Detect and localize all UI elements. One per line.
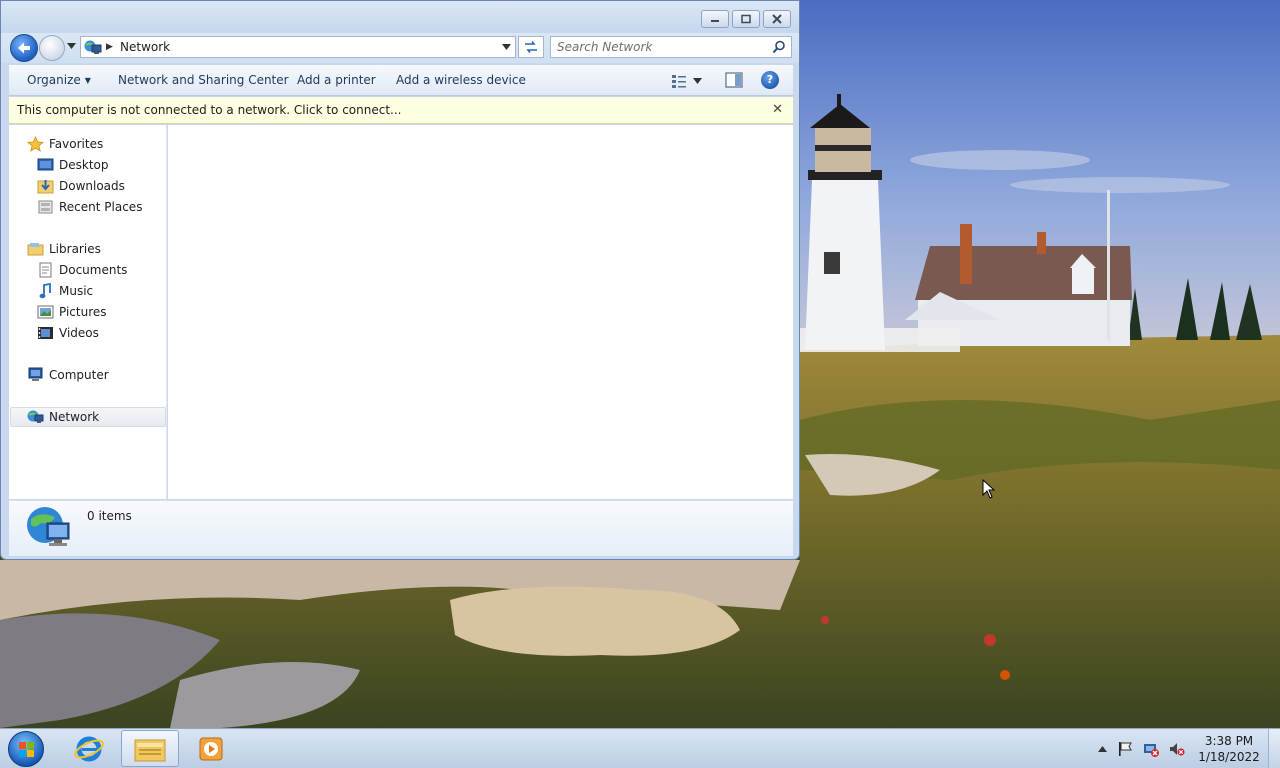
command-bar: Organize ▼ Network and Sharing Center Add…: [9, 65, 793, 96]
search-icon[interactable]: [772, 40, 786, 54]
navigation-pane: Favorites Desktop Downloads Recent Place…: [9, 125, 167, 499]
nav-recent-places[interactable]: Recent Places: [37, 197, 142, 217]
item-count: 0 items: [87, 509, 132, 523]
breadcrumb-network[interactable]: Network: [120, 40, 170, 54]
maximize-button[interactable]: [732, 10, 760, 28]
documents-icon: [37, 262, 54, 278]
nav-downloads-label: Downloads: [59, 179, 125, 193]
taskbar-media-player[interactable]: [182, 730, 240, 767]
minimize-button[interactable]: [701, 10, 729, 28]
network-sharing-center-button[interactable]: Network and Sharing Center: [118, 73, 289, 87]
nav-videos-label: Videos: [59, 326, 99, 340]
system-clock[interactable]: 3:38 PM 1/18/2022: [1196, 733, 1262, 765]
nav-libraries[interactable]: Libraries: [27, 239, 101, 259]
music-note-icon: [37, 283, 54, 299]
close-icon[interactable]: ✕: [772, 102, 783, 117]
pictures-icon: [37, 304, 54, 320]
network-icon: [84, 40, 102, 54]
recent-pages-dropdown-icon[interactable]: [67, 43, 76, 49]
add-printer-button[interactable]: Add a printer: [297, 73, 376, 87]
nav-favorites-label: Favorites: [49, 137, 104, 151]
network-disconnected-icon[interactable]: [1143, 741, 1159, 757]
desktop-icon: [37, 157, 54, 173]
nav-computer-label: Computer: [49, 368, 109, 382]
refresh-button[interactable]: [518, 36, 544, 58]
taskbar: 3:38 PM 1/18/2022: [0, 728, 1280, 768]
downloads-folder-icon: [37, 178, 54, 194]
nav-computer[interactable]: Computer: [27, 365, 109, 385]
refresh-icon: [525, 41, 537, 53]
search-box[interactable]: [550, 36, 792, 58]
restore-icon: [741, 14, 751, 24]
action-center-flag-icon[interactable]: [1117, 741, 1133, 757]
close-icon: [772, 14, 782, 24]
title-bar[interactable]: [1, 1, 799, 33]
clock-date: 1/18/2022: [1198, 750, 1260, 764]
navigation-row: ▶ Network: [1, 33, 799, 63]
info-bar[interactable]: This computer is not connected to a netw…: [9, 97, 793, 124]
chevron-down-icon: ▼: [84, 76, 91, 85]
nav-network-label: Network: [49, 410, 100, 424]
system-tray: [1098, 741, 1185, 757]
nav-documents[interactable]: Documents: [37, 260, 127, 280]
close-button[interactable]: [763, 10, 791, 28]
nav-desktop[interactable]: Desktop: [37, 155, 109, 175]
nav-network[interactable]: Network: [10, 407, 166, 427]
mouse-pointer-icon: [982, 479, 996, 499]
taskbar-internet-explorer[interactable]: [60, 730, 118, 767]
not-connected-message[interactable]: This computer is not connected to a netw…: [17, 103, 401, 117]
organize-label: Organize: [27, 73, 81, 87]
nav-music-label: Music: [59, 284, 94, 298]
chevron-down-icon: [693, 78, 702, 84]
breadcrumb-separator-icon[interactable]: ▶: [106, 42, 113, 52]
nav-videos[interactable]: Videos: [37, 323, 99, 343]
star-icon: [27, 136, 44, 152]
nav-pictures-label: Pictures: [59, 305, 107, 319]
taskbar-windows-explorer[interactable]: [121, 730, 179, 767]
start-button[interactable]: [8, 731, 44, 767]
show-desktop-button[interactable]: [1268, 729, 1280, 768]
nav-favorites[interactable]: Favorites: [27, 134, 103, 154]
organize-button[interactable]: Organize ▼: [27, 73, 91, 87]
details-pane: 0 items: [9, 500, 793, 556]
nav-pictures[interactable]: Pictures: [37, 302, 107, 322]
folder-icon: [134, 739, 166, 761]
network-globe-icon: [27, 507, 70, 546]
chevron-down-icon[interactable]: [502, 44, 511, 50]
explorer-window: ▶ Network Organize▼ Network and Sharing …: [0, 0, 800, 560]
nav-music[interactable]: Music: [37, 281, 93, 301]
computer-icon: [27, 367, 44, 383]
nav-recent-places-label: Recent Places: [59, 200, 143, 214]
network-icon: [27, 409, 44, 425]
windows-logo-icon: [19, 742, 34, 757]
nav-desktop-label: Desktop: [59, 158, 109, 172]
nav-documents-label: Documents: [59, 263, 128, 277]
media-player-icon: [199, 737, 223, 760]
search-input[interactable]: [557, 39, 767, 55]
window-controls: [701, 10, 791, 28]
address-bar[interactable]: ▶ Network: [80, 36, 516, 58]
nav-libraries-label: Libraries: [49, 242, 101, 256]
internet-explorer-icon: [74, 736, 104, 761]
file-list-area[interactable]: [168, 125, 793, 499]
minimize-icon: [711, 20, 719, 22]
back-button[interactable]: [10, 34, 38, 62]
clock-time: 3:38 PM: [1204, 734, 1254, 748]
volume-muted-icon[interactable]: [1169, 741, 1185, 757]
libraries-icon: [27, 241, 44, 257]
videos-filmstrip-icon: [37, 325, 54, 341]
help-icon[interactable]: ?: [761, 71, 779, 89]
recent-places-icon: [37, 199, 54, 215]
change-view-button[interactable]: [671, 71, 711, 91]
details-view-icon: [672, 75, 686, 88]
forward-button[interactable]: [39, 35, 65, 61]
nav-downloads[interactable]: Downloads: [37, 176, 125, 196]
show-hidden-icons-icon[interactable]: [1098, 746, 1107, 752]
preview-pane-icon[interactable]: [725, 72, 743, 88]
arrow-left-icon: [18, 42, 30, 54]
add-wireless-device-button[interactable]: Add a wireless device: [396, 73, 526, 87]
